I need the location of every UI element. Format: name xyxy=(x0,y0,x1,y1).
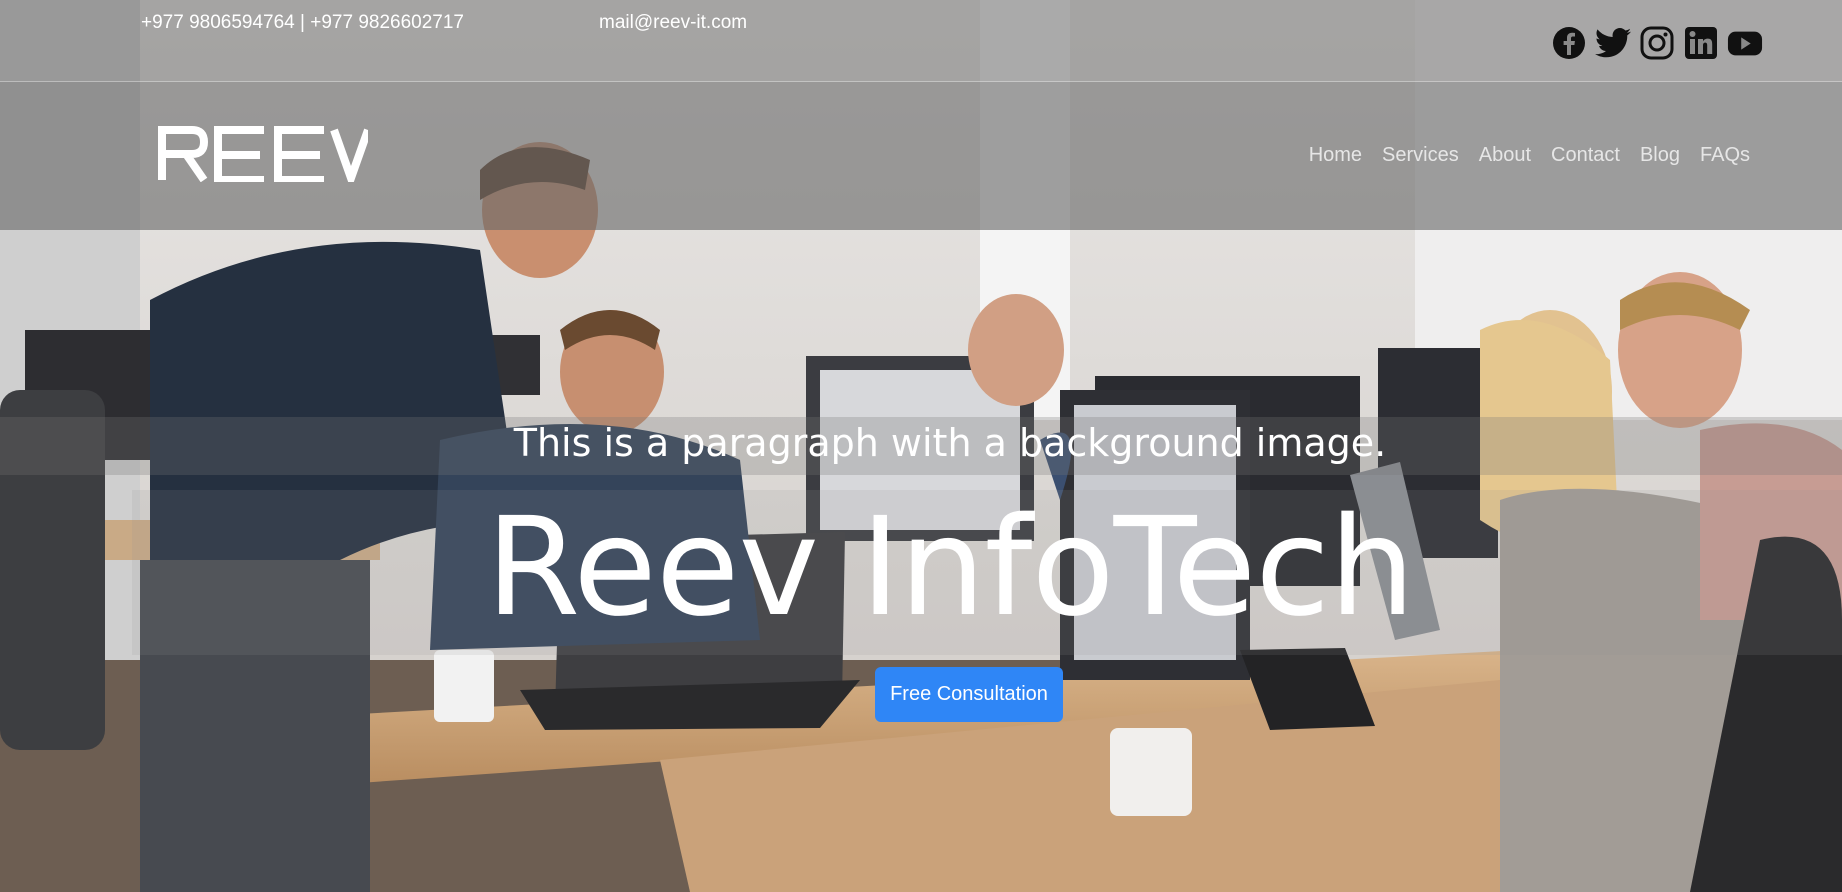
nav-link-services[interactable]: Services xyxy=(1382,144,1459,167)
main-navbar: Home Services About Contact Blog FAQs xyxy=(0,82,1842,230)
nav-link-home[interactable]: Home xyxy=(1309,144,1362,167)
free-consultation-button[interactable]: Free Consultation xyxy=(875,667,1063,722)
nav-menu: Home Services About Contact Blog FAQs xyxy=(1309,144,1750,167)
instagram-icon[interactable] xyxy=(1639,25,1675,61)
hero-title: Reev InfoTech xyxy=(485,489,1415,647)
page: +977 9806594764 | +977 9826602717 mail@r… xyxy=(0,0,1842,892)
nav-link-faqs[interactable]: FAQs xyxy=(1700,144,1750,167)
reev-logo[interactable] xyxy=(158,126,372,190)
logo-wordmark xyxy=(158,126,372,190)
nav-link-contact[interactable]: Contact xyxy=(1551,144,1620,167)
hero-tagline: This is a paragraph with a background im… xyxy=(513,421,1387,465)
top-contact-bar: +977 9806594764 | +977 9826602717 mail@r… xyxy=(0,0,1842,82)
facebook-icon[interactable] xyxy=(1551,25,1587,61)
email-link[interactable]: mail@reev-it.com xyxy=(599,12,747,34)
nav-link-blog[interactable]: Blog xyxy=(1640,144,1680,167)
social-links xyxy=(1551,25,1763,61)
phone-numbers[interactable]: +977 9806594764 | +977 9826602717 xyxy=(141,12,464,34)
linkedin-icon[interactable] xyxy=(1683,25,1719,61)
youtube-icon[interactable] xyxy=(1727,25,1763,61)
twitter-icon[interactable] xyxy=(1595,25,1631,61)
nav-link-about[interactable]: About xyxy=(1479,144,1531,167)
